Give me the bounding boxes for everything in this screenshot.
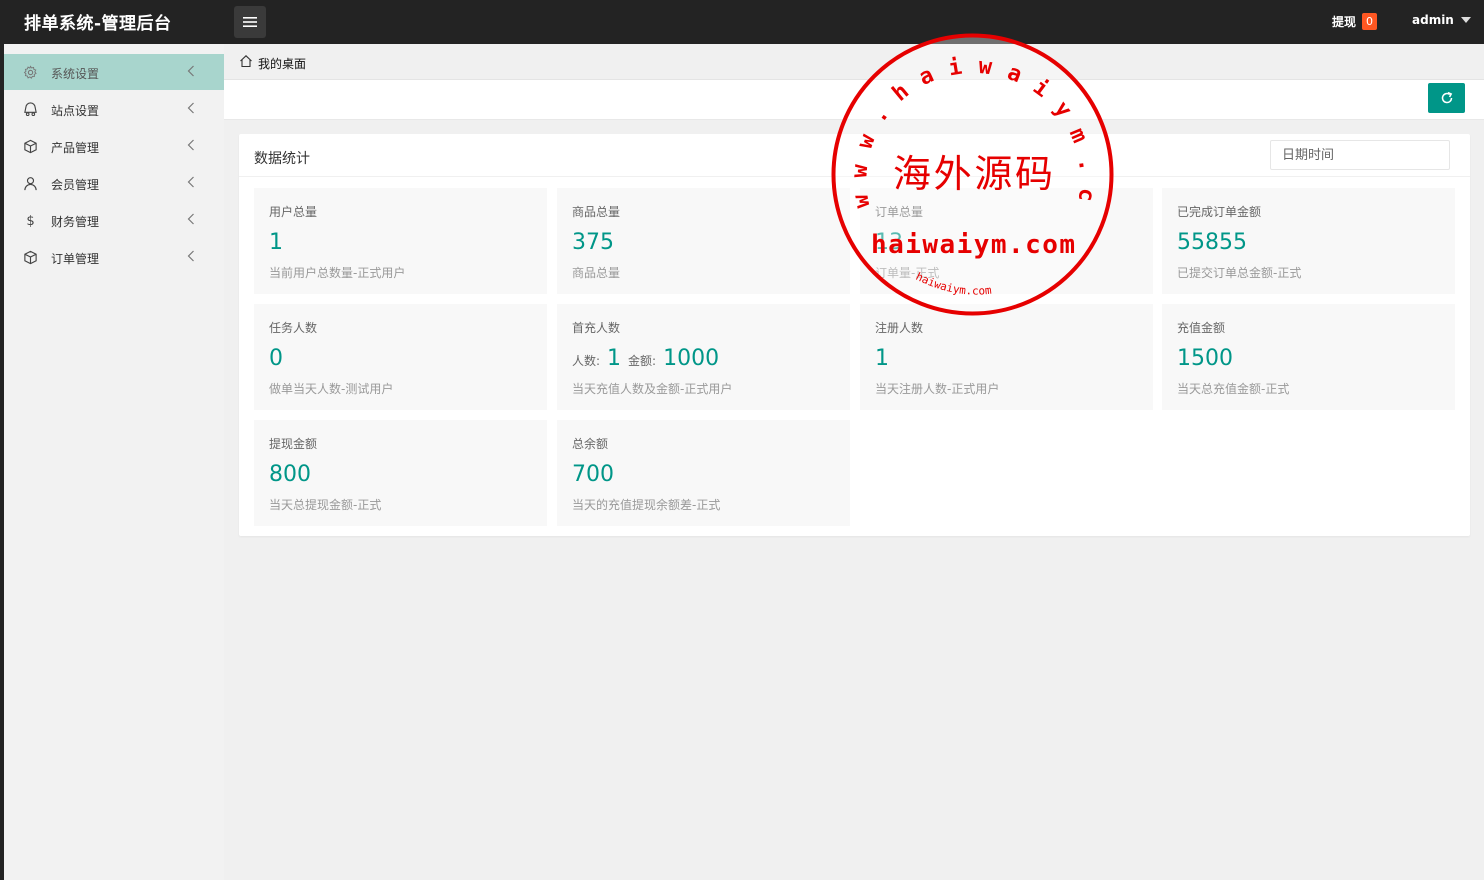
stat-description: 商品总量 — [572, 266, 621, 280]
count-value: 1 — [607, 346, 622, 371]
dollar-icon: $ — [22, 212, 38, 228]
stat-label: 商品总量 — [572, 205, 621, 219]
order-icon — [22, 249, 38, 265]
stat-label: 充值金额 — [1177, 321, 1226, 335]
chevron-left-icon — [187, 137, 197, 153]
sidebar-item-label: 财务管理 — [51, 215, 100, 229]
breadcrumb-current[interactable]: 我的桌面 — [258, 55, 306, 72]
chevron-left-icon — [187, 174, 197, 190]
stat-description: 当前用户总数量-正式用户 — [269, 266, 406, 280]
stat-label: 已完成订单金额 — [1177, 205, 1262, 219]
stat-description: 做单当天人数-测试用户 — [269, 382, 394, 396]
stat-value: 375 — [572, 230, 614, 255]
chevron-left-icon — [187, 211, 197, 227]
sidebar-item-label: 产品管理 — [51, 141, 100, 155]
stat-label: 订单总量 — [875, 205, 924, 219]
sidebar-item-label: 订单管理 — [51, 252, 100, 266]
stat-value: 0 — [269, 346, 283, 371]
withdraw-count-badge: 0 — [1362, 13, 1378, 30]
stat-description: 当天注册人数-正式用户 — [875, 382, 1000, 396]
amount-label: 金额: — [628, 354, 657, 368]
refresh-button[interactable] — [1428, 83, 1465, 113]
stat-label: 注册人数 — [875, 321, 924, 335]
sidebar-item-label: 系统设置 — [51, 67, 100, 81]
sidebar-item-label: 站点设置 — [51, 104, 100, 118]
stat-value: 700 — [572, 462, 614, 487]
user-menu[interactable]: admin — [1412, 13, 1471, 27]
stat-card-first-recharge: 首充人数 人数: 1 金额: 1000 当天充值人数及金额-正式用户 — [557, 304, 850, 410]
stat-description: 当天总提现金额-正式 — [269, 498, 382, 512]
user-icon — [22, 175, 38, 191]
chevron-left-icon — [187, 63, 197, 79]
stat-description: 当天充值人数及金额-正式用户 — [572, 382, 733, 396]
withdraw-notice[interactable]: 提现 0 — [1332, 13, 1378, 30]
username: admin — [1412, 13, 1454, 27]
stat-description: 订单量-正式 — [875, 266, 940, 280]
withdraw-label: 提现 — [1332, 15, 1357, 29]
date-time-input[interactable] — [1270, 140, 1450, 170]
refresh-icon — [1441, 91, 1452, 104]
stats-panel: 数据统计 用户总量 1 当前用户总数量-正式用户 商品总量 375 商品总量 订… — [239, 134, 1470, 536]
stat-label: 用户总量 — [269, 205, 318, 219]
count-label: 人数: — [572, 354, 601, 368]
panel-header: 数据统计 — [239, 134, 1470, 177]
site-icon — [22, 101, 38, 117]
amount-value: 1000 — [663, 346, 720, 371]
stat-value: 1 — [875, 346, 889, 371]
toolbar — [224, 80, 1484, 120]
stat-description: 当天的充值提现余额差-正式 — [572, 498, 721, 512]
breadcrumb: 我的桌面 — [224, 44, 1484, 80]
stat-label: 提现金额 — [269, 437, 318, 451]
top-navbar: 排单系统-管理后台 提现 0 admin — [0, 0, 1484, 44]
stat-card-withdraw-amount: 提现金额 800 当天总提现金额-正式 — [254, 420, 547, 526]
caret-down-icon — [1460, 17, 1471, 23]
stat-card-product-total: 商品总量 375 商品总量 — [557, 188, 850, 294]
stat-card-registrations: 注册人数 1 当天注册人数-正式用户 — [860, 304, 1153, 410]
menu-toggle-button[interactable] — [234, 6, 266, 38]
svg-text:$: $ — [26, 214, 34, 228]
stat-card-total-balance: 总余额 700 当天的充值提现余额差-正式 — [557, 420, 850, 526]
sidebar-item-product-management[interactable]: 产品管理 — [4, 128, 224, 164]
stat-card-completed-order-amount: 已完成订单金额 55855 已提交订单总金额-正式 — [1162, 188, 1455, 294]
stat-label: 总余额 — [572, 437, 609, 451]
stat-card-user-total: 用户总量 1 当前用户总数量-正式用户 — [254, 188, 547, 294]
stat-value: 800 — [269, 462, 311, 487]
home-icon — [239, 53, 253, 72]
stat-value: 人数: 1 金额: 1000 — [572, 346, 719, 374]
stat-label: 首充人数 — [572, 321, 621, 335]
product-icon — [22, 138, 38, 154]
sidebar-item-site-settings[interactable]: 站点设置 — [4, 91, 224, 127]
sidebar-item-label: 会员管理 — [51, 178, 100, 192]
sidebar-item-system-settings[interactable]: 系统设置 — [4, 54, 224, 90]
chevron-left-icon — [187, 100, 197, 116]
sidebar-item-member-management[interactable]: 会员管理 — [4, 165, 224, 201]
stat-description: 已提交订单总金额-正式 — [1177, 266, 1302, 280]
stat-value: 13 — [875, 230, 903, 255]
gear-icon — [22, 64, 38, 80]
chevron-left-icon — [187, 248, 197, 264]
stat-card-task-users: 任务人数 0 做单当天人数-测试用户 — [254, 304, 547, 410]
panel-title: 数据统计 — [254, 151, 310, 167]
sidebar-item-order-management[interactable]: 订单管理 — [4, 239, 224, 275]
stat-description: 当天总充值金额-正式 — [1177, 382, 1290, 396]
stat-value: 1500 — [1177, 346, 1233, 371]
stat-label: 任务人数 — [269, 321, 318, 335]
sidebar: 系统设置 站点设置 产品管理 会员管理 $ 财务管理 订单管理 — [4, 44, 224, 880]
hamburger-icon — [243, 17, 257, 27]
sidebar-item-finance-management[interactable]: $ 财务管理 — [4, 202, 224, 238]
stat-value: 1 — [269, 230, 283, 255]
stat-value: 55855 — [1177, 230, 1247, 255]
stat-card-recharge-amount: 充值金额 1500 当天总充值金额-正式 — [1162, 304, 1455, 410]
app-title: 排单系统-管理后台 — [24, 14, 172, 34]
stat-card-order-total: 订单总量 13 订单量-正式 — [860, 188, 1153, 294]
